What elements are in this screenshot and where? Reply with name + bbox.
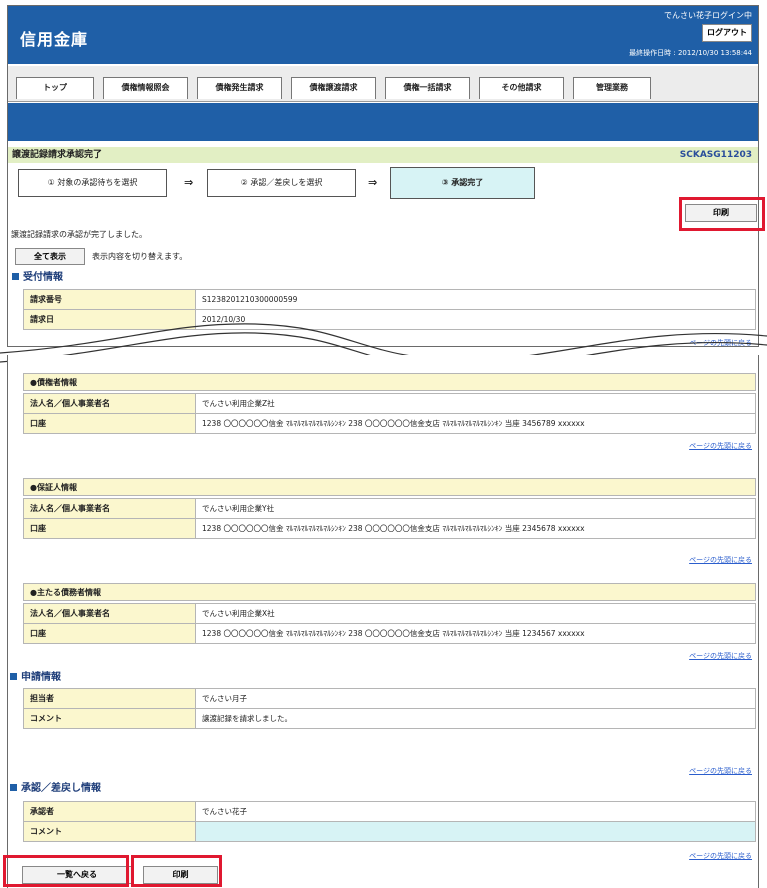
page-title: 譲渡記録請求承認完了: [12, 150, 103, 160]
page-top-link[interactable]: ページの先頭に戻る: [689, 555, 752, 565]
table-row: コメント: [23, 822, 756, 842]
sub-menu-band: [8, 103, 758, 141]
request-number-value: S1238201210300000599: [196, 290, 756, 309]
show-all-button[interactable]: 全て表示: [15, 248, 85, 265]
completion-message: 譲渡記録請求の承認が完了しました。: [11, 230, 147, 239]
table-row: コメント 譲渡記録を請求しました。: [23, 709, 756, 729]
row-value: 譲渡記録を請求しました。: [196, 709, 756, 728]
row-label: コメント: [23, 709, 196, 728]
table-row: 法人名／個人事業者名 でんさい利用企業Z社: [23, 394, 756, 414]
back-highlight: [3, 855, 129, 887]
application-info-heading: 申請情報: [10, 668, 61, 683]
tab-top[interactable]: トップ: [16, 77, 94, 99]
row-label: 法人名／個人事業者名: [23, 394, 196, 413]
login-user: でんさい花子ログイン中: [664, 11, 752, 20]
row-value: 1238 〇〇〇〇〇〇信金 ﾏﾙﾏﾙﾏﾙﾏﾙﾏﾙﾏﾙｼﾝｷﾝ 238 〇〇〇〇〇…: [196, 519, 756, 538]
step-3-current: ③ 承認完了: [390, 167, 535, 199]
reception-info-heading: 受付情報: [12, 268, 63, 283]
row-label: 法人名／個人事業者名: [23, 604, 196, 623]
step-arrow-2: ⇒: [368, 176, 378, 189]
table-row: 口座 1238 〇〇〇〇〇〇信金 ﾏﾙﾏﾙﾏﾙﾏﾙﾏﾙﾏﾙｼﾝｷﾝ 238 〇〇…: [23, 624, 756, 644]
screen-top: 信用金庫 でんさい花子ログイン中 ログアウト 最終操作日時 : 2012/10/…: [7, 5, 759, 347]
row-value: でんさい利用企業Y社: [196, 499, 756, 518]
show-all-note: 表示内容を切り替えます。: [92, 252, 188, 261]
approval-comment-input[interactable]: [196, 822, 756, 841]
tab-credit-issue[interactable]: 債権発生請求: [197, 77, 282, 99]
table-row: 承認者 でんさい花子: [23, 802, 756, 822]
screen-bottom: ●債権者情報 法人名／個人事業者名 でんさい利用企業Z社 口座 1238 〇〇〇…: [7, 355, 759, 888]
screen-code: SCKASG11203: [679, 150, 752, 160]
creditor-table: 法人名／個人事業者名 でんさい利用企業Z社 口座 1238 〇〇〇〇〇〇信金 ﾏ…: [23, 393, 756, 434]
table-row: 法人名／個人事業者名 でんさい利用企業Y社: [23, 499, 756, 519]
tab-other-request[interactable]: その他請求: [479, 77, 564, 99]
table-row: 法人名／個人事業者名 でんさい利用企業X社: [23, 604, 756, 624]
page-top-link[interactable]: ページの先頭に戻る: [689, 441, 752, 451]
creditor-info-heading: ●債権者情報: [23, 373, 756, 391]
logout-button[interactable]: ログアウト: [702, 24, 752, 42]
row-label: 法人名／個人事業者名: [23, 499, 196, 518]
row-value: 1238 〇〇〇〇〇〇信金 ﾏﾙﾏﾙﾏﾙﾏﾙﾏﾙﾏﾙｼﾝｷﾝ 238 〇〇〇〇〇…: [196, 624, 756, 643]
row-label: 担当者: [23, 689, 196, 708]
tab-credit-bulk[interactable]: 債権一括請求: [385, 77, 470, 99]
tab-credit-inquiry[interactable]: 債権情報照会: [103, 77, 188, 99]
tab-admin[interactable]: 管理業務: [573, 77, 651, 99]
page-top-link[interactable]: ページの先頭に戻る: [689, 651, 752, 661]
step-1: ① 対象の承認待ちを選択: [18, 169, 167, 197]
row-label: 請求番号: [23, 290, 196, 309]
row-label: 承認者: [23, 802, 196, 821]
square-bullet-icon: [10, 784, 17, 791]
step-arrow-1: ⇒: [184, 176, 194, 189]
page-top-link[interactable]: ページの先頭に戻る: [689, 851, 752, 861]
row-value: でんさい利用企業X社: [196, 604, 756, 623]
row-value: でんさい花子: [196, 802, 756, 821]
approval-table: 承認者 でんさい花子 コメント: [23, 801, 756, 842]
row-label: 口座: [23, 414, 196, 433]
debtor-info-heading: ●主たる債務者情報: [23, 583, 756, 601]
guarantor-info-heading: ●保証人情報: [23, 478, 756, 496]
square-bullet-icon: [12, 273, 19, 280]
print-highlight-top: [679, 197, 765, 231]
row-label: コメント: [23, 822, 196, 841]
table-row: 担当者 でんさい月子: [23, 689, 756, 709]
app-header: 信用金庫 でんさい花子ログイン中 ログアウト 最終操作日時 : 2012/10/…: [8, 6, 758, 64]
page-top-link[interactable]: ページの先頭に戻る: [689, 766, 752, 776]
last-operation-time: 最終操作日時 : 2012/10/30 13:58:44: [629, 49, 752, 57]
tab-credit-transfer[interactable]: 債権譲渡請求: [291, 77, 376, 99]
table-row: 請求番号 S1238201210300000599: [23, 290, 756, 310]
row-value: でんさい月子: [196, 689, 756, 708]
row-value: 1238 〇〇〇〇〇〇信金 ﾏﾙﾏﾙﾏﾙﾏﾙﾏﾙﾏﾙｼﾝｷﾝ 238 〇〇〇〇〇…: [196, 414, 756, 433]
row-value: でんさい利用企業Z社: [196, 394, 756, 413]
approval-info-heading: 承認／差戻し情報: [10, 779, 101, 794]
bank-name: 信用金庫: [20, 30, 89, 49]
table-row: 口座 1238 〇〇〇〇〇〇信金 ﾏﾙﾏﾙﾏﾙﾏﾙﾏﾙﾏﾙｼﾝｷﾝ 238 〇〇…: [23, 414, 756, 434]
debtor-table: 法人名／個人事業者名 でんさい利用企業X社 口座 1238 〇〇〇〇〇〇信金 ﾏ…: [23, 603, 756, 644]
guarantor-table: 法人名／個人事業者名 でんさい利用企業Y社 口座 1238 〇〇〇〇〇〇信金 ﾏ…: [23, 498, 756, 539]
application-table: 担当者 でんさい月子 コメント 譲渡記録を請求しました。: [23, 688, 756, 729]
square-bullet-icon: [10, 673, 17, 680]
page-title-bar: 譲渡記録請求承認完了 SCKASG11203: [8, 147, 758, 163]
print-highlight-bottom: [131, 855, 222, 887]
table-row: 口座 1238 〇〇〇〇〇〇信金 ﾏﾙﾏﾙﾏﾙﾏﾙﾏﾙﾏﾙｼﾝｷﾝ 238 〇〇…: [23, 519, 756, 539]
row-label: 口座: [23, 519, 196, 538]
row-label: 口座: [23, 624, 196, 643]
main-tabs: トップ 債権情報照会 債権発生請求 債権譲渡請求 債権一括請求 その他請求 管理…: [8, 66, 758, 102]
step-2: ② 承認／差戻しを選択: [207, 169, 356, 197]
